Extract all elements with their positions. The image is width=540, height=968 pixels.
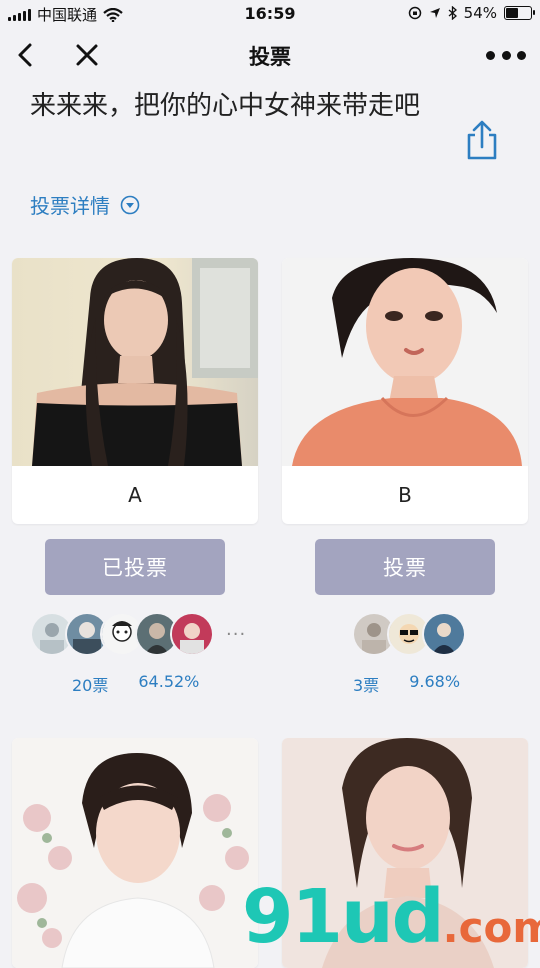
- candidate-name-a: A: [128, 483, 142, 507]
- avatar: [170, 612, 214, 656]
- poll-details-toggle[interactable]: 投票详情: [30, 190, 140, 219]
- vote-button-b[interactable]: 投票: [315, 539, 495, 595]
- voted-button-a[interactable]: 已投票: [45, 539, 225, 595]
- candidate-photo-a: [12, 258, 258, 466]
- more-menu-icon[interactable]: [486, 43, 526, 67]
- vote-stats-b: 3票 9.68%: [353, 672, 460, 696]
- battery-percent: 54%: [463, 4, 497, 22]
- nav-bar: 投票: [0, 30, 540, 80]
- vote-percent-a: 64.52%: [138, 672, 200, 691]
- vote-count-a: 20票: [72, 676, 109, 695]
- page-title: 投票: [249, 45, 291, 69]
- avatar: [422, 612, 466, 656]
- candidate-card-b[interactable]: B: [282, 258, 528, 524]
- candidate-card-c[interactable]: [12, 738, 258, 968]
- share-icon[interactable]: [464, 120, 500, 160]
- vote-stats-a: 20票 64.52%: [72, 672, 199, 696]
- site-watermark: 91ud.com: [242, 874, 540, 960]
- status-bar: 中国联通 16:59 54%: [0, 0, 540, 30]
- bluetooth-icon: [448, 6, 457, 20]
- candidate-name-b: B: [398, 483, 412, 507]
- poll-heading: 来来来，把你的心中女神来带走吧: [30, 91, 421, 121]
- orientation-lock-icon: [408, 6, 421, 20]
- voter-avatars-a: ···: [30, 612, 246, 656]
- voter-avatars-b: [352, 612, 466, 656]
- battery-icon: [504, 6, 535, 20]
- more-voters-indicator[interactable]: ···: [226, 624, 246, 645]
- candidate-photo-b: [282, 258, 528, 466]
- candidate-photo-c: [12, 738, 258, 968]
- vote-count-b: 3票: [353, 676, 380, 695]
- chevron-down-circle-icon: [120, 195, 140, 214]
- poll-details-label: 投票详情: [30, 194, 110, 218]
- candidate-card-a[interactable]: A: [12, 258, 258, 524]
- vote-percent-b: 9.68%: [409, 672, 461, 691]
- location-icon: [429, 8, 440, 18]
